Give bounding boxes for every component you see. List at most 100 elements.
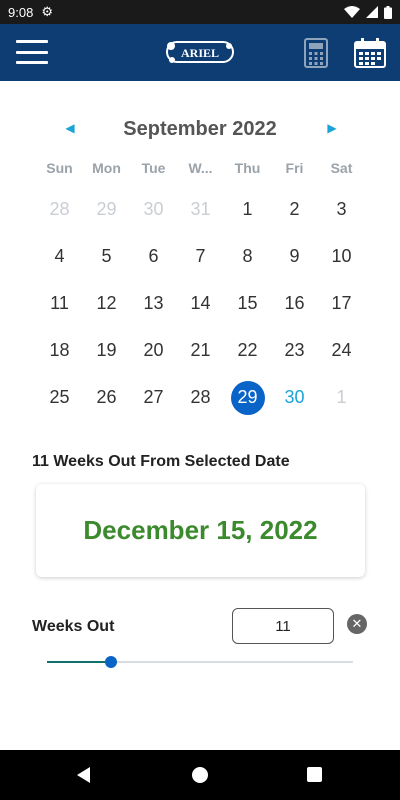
weekday-label: Tue xyxy=(141,160,166,176)
calendar-day-number: 26 xyxy=(96,387,117,407)
calendar-day[interactable]: 29 xyxy=(83,186,130,233)
weekday-label: W... xyxy=(188,160,213,176)
slider-fill xyxy=(47,661,111,663)
calendar-week-row: 18 19 20 21 22 23 24 xyxy=(36,327,365,374)
hamburger-icon[interactable] xyxy=(16,40,48,64)
calendar-day-number: 19 xyxy=(96,340,117,360)
calendar-day-selected[interactable]: 29 xyxy=(224,374,271,421)
system-nav-bar xyxy=(0,750,400,800)
signal-icon xyxy=(366,6,378,18)
gear-icon: ⚙ xyxy=(41,4,53,19)
calendar-day[interactable]: 15 xyxy=(224,280,271,327)
calendar-day[interactable]: 13 xyxy=(130,280,177,327)
calendar-day-number: 20 xyxy=(143,340,164,360)
calendar-icon[interactable] xyxy=(354,38,386,68)
calendar-day-number: 29 xyxy=(230,380,265,415)
calendar-day[interactable]: 2 xyxy=(271,186,318,233)
calendar-day[interactable]: 9 xyxy=(271,233,318,280)
calendar-day[interactable]: 17 xyxy=(318,280,365,327)
calendar-day[interactable]: 12 xyxy=(83,280,130,327)
calendar-day-number: 12 xyxy=(96,293,117,313)
calendar-day-number: 27 xyxy=(143,387,164,407)
calendar-day[interactable]: 7 xyxy=(177,233,224,280)
calendar-day[interactable]: 22 xyxy=(224,327,271,374)
calendar-day-number: 18 xyxy=(49,340,70,360)
calendar-day[interactable]: 1 xyxy=(318,374,365,421)
result-card: December 15, 2022 xyxy=(36,484,365,577)
weeks-out-input[interactable] xyxy=(232,608,334,644)
calendar-day-number: 1 xyxy=(242,199,253,219)
calendar-day-number: 24 xyxy=(331,340,352,360)
calendar-day[interactable]: 3 xyxy=(318,186,365,233)
calendar-day[interactable]: 24 xyxy=(318,327,365,374)
calendar-day-number: 30 xyxy=(143,199,164,219)
month-header: ◀ September 2022 ▶ xyxy=(0,110,400,146)
calendar-day[interactable]: 6 xyxy=(130,233,177,280)
calendar-day-number: 4 xyxy=(54,246,65,266)
calendar-day-number: 14 xyxy=(190,293,211,313)
calendar-week-row: 25 26 27 28 29 30 1 xyxy=(36,374,365,421)
calendar-day-number: 13 xyxy=(143,293,164,313)
home-icon[interactable] xyxy=(192,767,208,783)
slider-thumb[interactable] xyxy=(105,656,117,668)
calendar-day-number: 30 xyxy=(284,387,305,407)
calendar-day-number: 31 xyxy=(190,199,211,219)
calendar-day[interactable]: 14 xyxy=(177,280,224,327)
calendar-day[interactable]: 28 xyxy=(177,374,224,421)
calendar-day[interactable]: 23 xyxy=(271,327,318,374)
status-time: 9:08 xyxy=(8,4,34,20)
calendar-day[interactable]: 25 xyxy=(36,374,83,421)
calendar-day[interactable]: 10 xyxy=(318,233,365,280)
calendar-day[interactable]: 5 xyxy=(83,233,130,280)
weekday-label: Mon xyxy=(92,160,121,176)
wifi-icon xyxy=(344,6,360,18)
calendar-day-number: 28 xyxy=(190,387,211,407)
weekday-header-row: Sun Mon Tue W... Thu Fri Sat xyxy=(36,160,365,176)
calendar-day[interactable]: 4 xyxy=(36,233,83,280)
calendar-day-number: 17 xyxy=(331,293,352,313)
calculator-icon[interactable] xyxy=(304,38,328,68)
calendar-day-number: 23 xyxy=(284,340,305,360)
calendar-day[interactable]: 27 xyxy=(130,374,177,421)
calendar-day[interactable]: 20 xyxy=(130,327,177,374)
calendar-day-number: 2 xyxy=(289,199,300,219)
calendar-day[interactable]: 31 xyxy=(177,186,224,233)
close-icon[interactable]: ✕ xyxy=(347,614,367,634)
battery-icon xyxy=(384,5,392,19)
calendar-day-number: 15 xyxy=(237,293,258,313)
result-section-title: 11 Weeks Out From Selected Date xyxy=(32,453,290,470)
calendar-day[interactable]: 30 xyxy=(130,186,177,233)
calendar-week-row: 4 5 6 7 8 9 10 xyxy=(36,233,365,280)
weekday-label: Sun xyxy=(46,160,73,176)
weekday-label: Fri xyxy=(285,160,304,176)
status-bar: 9:08 ⚙ xyxy=(0,0,400,24)
calendar-day[interactable]: 18 xyxy=(36,327,83,374)
calendar-day-number: 10 xyxy=(331,246,352,266)
back-icon[interactable] xyxy=(76,767,92,783)
month-title: September 2022 xyxy=(123,118,277,140)
ariel-logo: ARIEL xyxy=(166,41,234,63)
calendar-day[interactable]: 19 xyxy=(83,327,130,374)
next-month-icon[interactable]: ▶ xyxy=(324,120,340,136)
calendar-day-number: 21 xyxy=(190,340,211,360)
status-icons xyxy=(344,5,392,19)
logo-text: ARIEL xyxy=(181,46,219,60)
calendar-day-number: 9 xyxy=(289,246,300,266)
calendar-day[interactable]: 16 xyxy=(271,280,318,327)
calendar-day-number: 16 xyxy=(284,293,305,313)
calendar-day[interactable]: 11 xyxy=(36,280,83,327)
calendar-day-grid: 28 29 30 31 1 2 3 4 5 6 7 8 9 10 11 12 13 14 15 16 17 18 19 20 2… xyxy=(36,186,365,421)
calendar-day[interactable]: 21 xyxy=(177,327,224,374)
weeks-out-slider[interactable] xyxy=(47,654,353,670)
calendar-day[interactable]: 30 xyxy=(271,374,318,421)
weekday-label: Thu xyxy=(234,160,261,176)
calendar-day[interactable]: 8 xyxy=(224,233,271,280)
calendar-day-number: 25 xyxy=(49,387,70,407)
app-bar: ARIEL xyxy=(0,24,400,81)
calendar-day[interactable]: 1 xyxy=(224,186,271,233)
calendar-day-number: 22 xyxy=(237,340,258,360)
calendar-day-number: 8 xyxy=(242,246,253,266)
calendar-day[interactable]: 26 xyxy=(83,374,130,421)
recents-icon[interactable] xyxy=(307,767,322,782)
calendar-day[interactable]: 28 xyxy=(36,186,83,233)
